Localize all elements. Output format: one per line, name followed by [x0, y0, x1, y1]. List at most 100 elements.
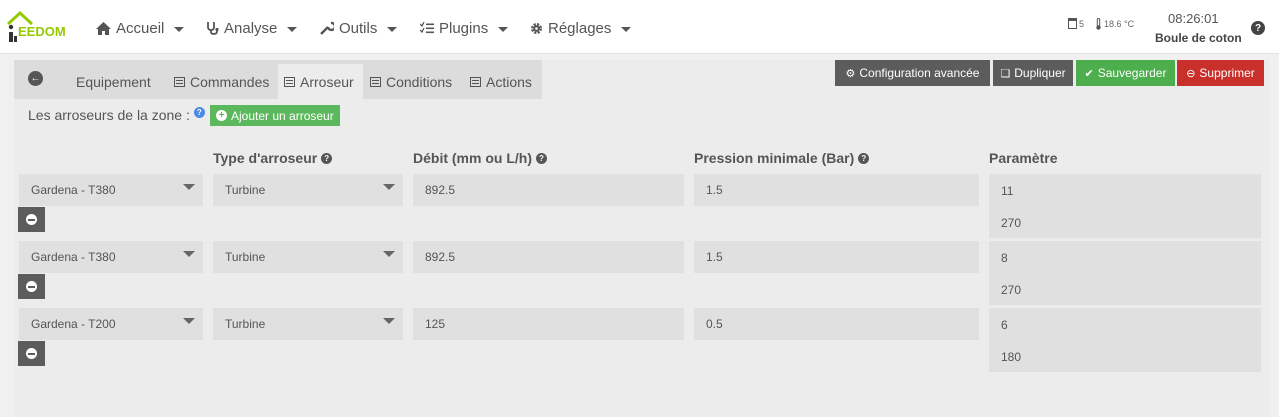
remove-sprinkler-button[interactable] — [18, 341, 45, 366]
sprinkler-type-select[interactable]: Turbine — [213, 308, 403, 340]
duplicate-label: Dupliquer — [1014, 66, 1066, 80]
sprinkler-type-select[interactable]: Turbine — [213, 241, 403, 273]
sprinkler-type-select[interactable]: Turbine — [213, 174, 403, 206]
menu-accueil[interactable]: Accueil — [96, 18, 185, 38]
user-name[interactable]: Boule de coton — [1155, 31, 1242, 45]
menu-accueil-label: Accueil — [116, 19, 165, 37]
tab-actions-label: Actions — [486, 73, 532, 90]
zone-label-text: Les arroseurs de la zone : — [28, 107, 190, 123]
delete-button[interactable]: ⊖ Supprimer — [1177, 60, 1264, 86]
column-debit-label: Débit (mm ou L/h) — [413, 150, 532, 166]
pression-input[interactable]: 1.5 — [694, 241, 979, 273]
thermometer-icon — [1096, 18, 1101, 30]
menu-outils-label: Outils — [339, 19, 378, 37]
tasks-icon — [420, 22, 434, 34]
menu-outils[interactable]: Outils — [320, 18, 398, 38]
parameter-box[interactable]: 6 180 — [989, 308, 1261, 372]
advanced-config-label: Configuration avancée — [859, 66, 980, 80]
wrench-icon — [320, 21, 334, 35]
zone-sprinklers-label: Les arroseurs de la zone : ? — [28, 107, 205, 123]
menu-reglages[interactable]: Réglages — [530, 18, 632, 38]
remove-sprinkler-button[interactable] — [18, 274, 45, 299]
question-icon[interactable]: ? — [321, 152, 333, 164]
menu-analyse[interactable]: Analyse — [206, 18, 298, 38]
column-type-label: Type d'arroseur — [213, 150, 318, 166]
tab-conditions[interactable]: Conditions — [364, 64, 458, 99]
column-pression: Pression minimale (Bar) ? — [694, 150, 870, 166]
chevron-down-icon — [174, 26, 185, 32]
jeedom-logo[interactable]: EEDOM — [6, 10, 78, 44]
parameter-value-2: 270 — [1001, 216, 1022, 230]
parameter-value-2: 180 — [1001, 350, 1022, 364]
sprinkler-model-select[interactable]: Gardena - T380 — [19, 241, 203, 273]
remove-sprinkler-button[interactable] — [18, 207, 45, 232]
top-navbar: EEDOM Accueil Analyse Outils Plugins Rég… — [0, 0, 1279, 54]
minus-circle-icon — [26, 281, 37, 292]
debit-value: 892.5 — [425, 250, 456, 264]
debit-input[interactable]: 125 — [413, 308, 684, 340]
tab-equipement[interactable]: Equipement — [70, 64, 157, 99]
check-circle-icon: ✔ — [1084, 67, 1094, 80]
menu-plugins-label: Plugins — [439, 19, 489, 37]
parameter-value-1: 6 — [1001, 318, 1008, 332]
column-parametre-label: Paramètre — [989, 150, 1058, 166]
duplicate-button[interactable]: ❏ Dupliquer — [993, 60, 1073, 86]
sprinkler-model-select[interactable]: Gardena - T200 — [19, 308, 203, 340]
cogs-icon: ⚙ — [845, 67, 856, 80]
cog-icon — [531, 22, 542, 34]
tab-arroseur[interactable]: Arroseur — [278, 64, 363, 99]
save-button[interactable]: ✔ Sauvegarder — [1076, 60, 1175, 86]
pression-value: 0.5 — [706, 317, 723, 331]
minus-circle-icon: ⊖ — [1186, 67, 1196, 80]
debit-input[interactable]: 892.5 — [413, 174, 684, 206]
delete-label: Supprimer — [1199, 66, 1255, 80]
add-sprinkler-button[interactable]: + Ajouter un arroseur — [210, 105, 340, 126]
minus-circle-icon — [26, 214, 37, 225]
copy-icon: ❏ — [1000, 67, 1011, 80]
pression-value: 1.5 — [706, 250, 723, 264]
question-icon[interactable]: ? — [858, 152, 870, 164]
sprinkler-model-value: Gardena - T380 — [31, 250, 116, 264]
logo-text: EEDOM — [18, 24, 66, 39]
equipment-panel: ← Equipement Commandes Arroseur Conditio… — [14, 60, 1270, 417]
sprinkler-model-select[interactable]: Gardena - T380 — [19, 174, 203, 206]
debit-input[interactable]: 892.5 — [413, 241, 684, 273]
question-icon[interactable]: ? — [193, 107, 205, 118]
tab-actions[interactable]: Actions — [464, 64, 538, 99]
tab-equipement-label: Equipement — [76, 73, 151, 90]
menu-analyse-label: Analyse — [224, 19, 278, 37]
temperature-status[interactable]: 18.6 °C — [1095, 18, 1134, 30]
question-icon[interactable]: ? — [1251, 21, 1265, 35]
list-icon — [174, 76, 185, 87]
tab-commandes[interactable]: Commandes — [168, 64, 275, 99]
pression-value: 1.5 — [706, 183, 723, 197]
clock: 08:26:01 — [1168, 11, 1219, 26]
menu-plugins[interactable]: Plugins — [420, 18, 509, 38]
parameter-box[interactable]: 8 270 — [989, 241, 1261, 305]
parameter-value-1: 11 — [1001, 184, 1014, 198]
temperature-value: 18.6 °C — [1104, 19, 1135, 29]
debit-value: 892.5 — [425, 183, 456, 197]
parameter-value-1: 8 — [1001, 251, 1008, 265]
window-count: 5 — [1079, 18, 1085, 29]
sprinkler-model-value: Gardena - T380 — [31, 183, 116, 197]
list-icon — [470, 76, 481, 87]
menu-reglages-label: Réglages — [548, 19, 612, 37]
tab-conditions-label: Conditions — [386, 73, 453, 90]
list-icon — [284, 76, 295, 87]
parameter-box[interactable]: 11 270 — [989, 174, 1261, 238]
tab-arroseur-label: Arroseur — [300, 73, 354, 90]
advanced-config-button[interactable]: ⚙ Configuration avancée — [835, 60, 990, 86]
question-icon[interactable]: ? — [536, 152, 547, 164]
column-type: Type d'arroseur ? — [213, 150, 333, 166]
sprinkler-type-value: Turbine — [225, 183, 266, 197]
window-status[interactable]: 5 — [1068, 18, 1084, 29]
back-arrow-icon[interactable]: ← — [28, 71, 43, 86]
save-label: Sauvegarder — [1097, 66, 1167, 80]
pression-input[interactable]: 0.5 — [694, 308, 979, 340]
debit-value: 125 — [425, 317, 446, 331]
home-icon — [96, 21, 111, 35]
tab-commandes-label: Commandes — [190, 73, 270, 90]
parameter-value-2: 270 — [1001, 283, 1022, 297]
pression-input[interactable]: 1.5 — [694, 174, 979, 206]
